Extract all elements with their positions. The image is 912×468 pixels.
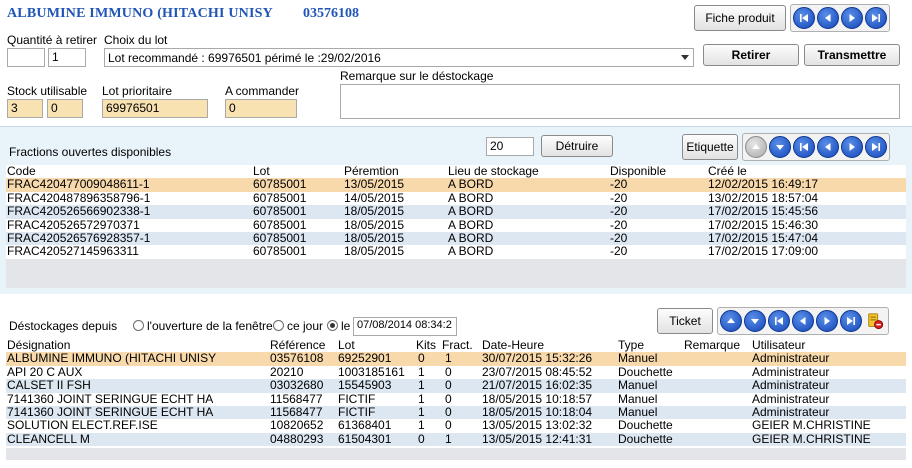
first-icon[interactable] xyxy=(793,7,815,29)
table-row[interactable]: FRAC420526566902338-1 60785001 18/05/201… xyxy=(6,204,906,219)
col-peremption: Péremtion xyxy=(344,164,399,178)
col-remarque: Remarque xyxy=(684,338,741,352)
table-row[interactable]: 7141360 JOINT SERINGUE ECHT HA 11568477 … xyxy=(6,392,906,406)
col-utilisateur: Utilisateur xyxy=(752,338,806,352)
radio-ouverture-label: l'ouverture de la fenêtre xyxy=(147,319,273,333)
radio-date[interactable] xyxy=(327,320,338,331)
stock-label: Stock utilisable xyxy=(7,84,88,98)
table-row[interactable]: ALBUMINE IMMUNO (HITACHI UNISY 03576108 … xyxy=(6,351,906,366)
radio-ouverture[interactable] xyxy=(133,320,144,331)
cancel-record-icon[interactable] xyxy=(864,310,886,332)
lot-choice-label: Choix du lot xyxy=(104,33,168,47)
previous-icon[interactable] xyxy=(817,136,839,158)
lot-prio-label: Lot prioritaire xyxy=(102,84,173,98)
fractions-nav-group xyxy=(742,133,890,161)
col-kits: Kits xyxy=(416,338,437,352)
fractions-empty-area xyxy=(6,259,906,288)
col-disponible: Disponible xyxy=(610,164,667,178)
commander-input: 0 xyxy=(225,99,297,118)
product-nav-group xyxy=(790,4,890,32)
radio-ce-jour-label: ce jour xyxy=(287,319,324,333)
destockages-label: Déstockages depuis xyxy=(9,319,118,333)
next-icon[interactable] xyxy=(841,136,863,158)
qty-label: Quantité à retirer xyxy=(7,33,98,47)
last-icon[interactable] xyxy=(865,7,887,29)
transmettre-button[interactable]: Transmettre xyxy=(804,44,900,66)
col-fract: Fract. xyxy=(442,338,473,352)
lot-select[interactable]: Lot recommandé : 69976501 périmé le :29/… xyxy=(104,48,694,67)
table-row[interactable]: FRAC420487896358796-1 60785001 14/05/201… xyxy=(6,191,906,206)
col-code: Code xyxy=(7,164,36,178)
col-lieu: Lieu de stockage xyxy=(448,164,539,178)
col-cree: Créé le xyxy=(708,164,747,178)
table-row[interactable]: FRAC420526576928357-1 60785001 18/05/201… xyxy=(6,231,906,246)
last-icon[interactable] xyxy=(840,310,862,332)
ticket-button[interactable]: Ticket xyxy=(657,308,713,334)
product-code: 03576108 xyxy=(303,6,359,21)
col-lot: Lot xyxy=(338,338,355,352)
previous-icon[interactable] xyxy=(792,310,814,332)
qty-input-2[interactable]: 1 xyxy=(48,48,86,67)
col-reference: Référence xyxy=(270,338,326,352)
scroll-up-icon[interactable] xyxy=(745,136,767,158)
stock-input-2: 0 xyxy=(47,99,83,118)
qty-input-1[interactable] xyxy=(7,48,45,67)
fractions-title: Fractions ouvertes disponibles xyxy=(9,145,172,159)
first-icon[interactable] xyxy=(768,310,790,332)
radio-date-label: le xyxy=(341,319,351,333)
lot-select-value: Lot recommandé : 69976501 périmé le :29/… xyxy=(108,50,381,65)
retirer-button[interactable]: Retirer xyxy=(703,44,799,66)
count-input[interactable]: 20 xyxy=(486,137,534,156)
etiquette-button[interactable]: Etiquette xyxy=(682,134,738,160)
destockages-table: Désignation Référence Lot Kits Fract. Da… xyxy=(6,338,906,447)
destockages-empty-area xyxy=(6,448,906,460)
next-icon[interactable] xyxy=(816,310,838,332)
table-row[interactable]: FRAC420526572970371 60785001 18/05/2015 … xyxy=(6,218,906,232)
table-row[interactable]: 7141360 JOINT SERINGUE ECHT HA 11568477 … xyxy=(6,405,906,420)
table-header: Désignation Référence Lot Kits Fract. Da… xyxy=(6,338,906,353)
fiche-produit-button[interactable]: Fiche produit xyxy=(694,5,786,31)
first-icon[interactable] xyxy=(793,136,815,158)
next-icon[interactable] xyxy=(841,7,863,29)
chevron-down-icon xyxy=(681,55,689,60)
table-row[interactable]: SOLUTION ELECT.REF.ISE 10820652 61368401… xyxy=(6,418,906,433)
col-designation: Désignation xyxy=(7,338,71,352)
fractions-table: Code Lot Péremtion Lieu de stockage Disp… xyxy=(6,164,906,259)
table-row[interactable]: FRAC420477009048611-1 60785001 13/05/201… xyxy=(6,177,906,192)
col-date-heure: Date-Heure xyxy=(482,338,545,352)
previous-icon[interactable] xyxy=(817,7,839,29)
table-row[interactable]: CALSET II FSH 03032680 15545903 1 0 21/0… xyxy=(6,378,906,393)
stock-input-1: 3 xyxy=(7,99,43,118)
table-row[interactable]: API 20 C AUX 20210 1003185161 1 0 23/07/… xyxy=(6,365,906,380)
date-input[interactable]: 07/08/2014 08:34:2 xyxy=(353,317,457,336)
remarque-label: Remarque sur le déstockage xyxy=(340,69,494,83)
table-row[interactable]: FRAC420527145963311 60785001 18/05/2015 … xyxy=(6,244,906,259)
destockages-nav-group xyxy=(717,307,889,335)
scroll-up-icon[interactable] xyxy=(720,310,742,332)
lot-prio-input: 69976501 xyxy=(102,99,208,118)
col-lot: Lot xyxy=(253,164,270,178)
col-type: Type xyxy=(618,338,645,352)
radio-ce-jour[interactable] xyxy=(273,320,284,331)
table-header: Code Lot Péremtion Lieu de stockage Disp… xyxy=(6,164,906,179)
last-icon[interactable] xyxy=(865,136,887,158)
scroll-down-icon[interactable] xyxy=(769,136,791,158)
scroll-down-icon[interactable] xyxy=(744,310,766,332)
remarque-textarea[interactable] xyxy=(340,84,900,119)
product-title: ALBUMINE IMMUNO (HITACHI UNISY xyxy=(7,6,273,21)
commander-label: A commander xyxy=(225,84,300,98)
detruire-button[interactable]: Détruire xyxy=(541,135,613,157)
table-row[interactable]: CLEANCELL M 04880293 61504301 0 1 13/05/… xyxy=(6,432,906,447)
